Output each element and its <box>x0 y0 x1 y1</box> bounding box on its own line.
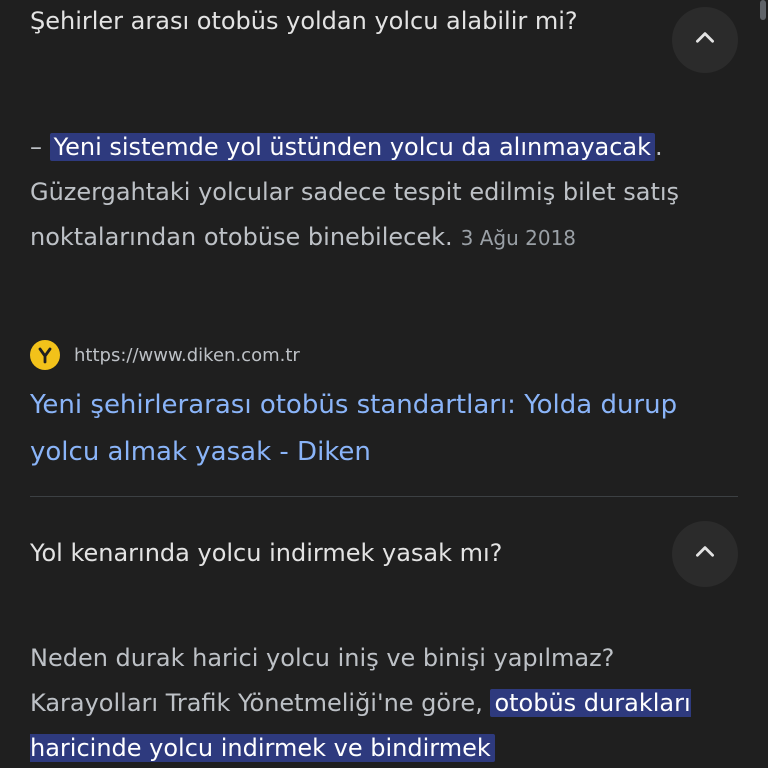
faq-answer-1: – Yeni sistemde yol üstünden yolcu da al… <box>30 125 730 261</box>
faq-question-2[interactable]: Yol kenarında yolcu indirmek yasak mı? <box>30 534 640 572</box>
answer-date: 3 Ağu 2018 <box>460 226 577 250</box>
answer-prefix: – <box>30 133 50 161</box>
result-title-link[interactable]: Yeni şehirlerarası otobüs standartları: … <box>30 382 730 476</box>
divider <box>30 496 738 497</box>
diken-logo-icon <box>30 340 60 370</box>
chevron-up-icon <box>692 25 718 55</box>
answer-highlight: Yeni sistemde yol üstünden yolcu da alın… <box>49 133 656 161</box>
source-site[interactable]: https://www.diken.com.tr <box>30 340 300 370</box>
source-url[interactable]: https://www.diken.com.tr <box>74 345 300 366</box>
collapse-button-2[interactable] <box>672 521 738 587</box>
chevron-up-icon <box>692 539 718 569</box>
scrollbar[interactable] <box>760 0 766 20</box>
faq-question-1[interactable]: Şehirler arası otobüs yoldan yolcu alabi… <box>30 2 640 40</box>
faq-answer-2: Neden durak harici yolcu iniş ve binişi … <box>30 636 730 768</box>
collapse-button-1[interactable] <box>672 7 738 73</box>
